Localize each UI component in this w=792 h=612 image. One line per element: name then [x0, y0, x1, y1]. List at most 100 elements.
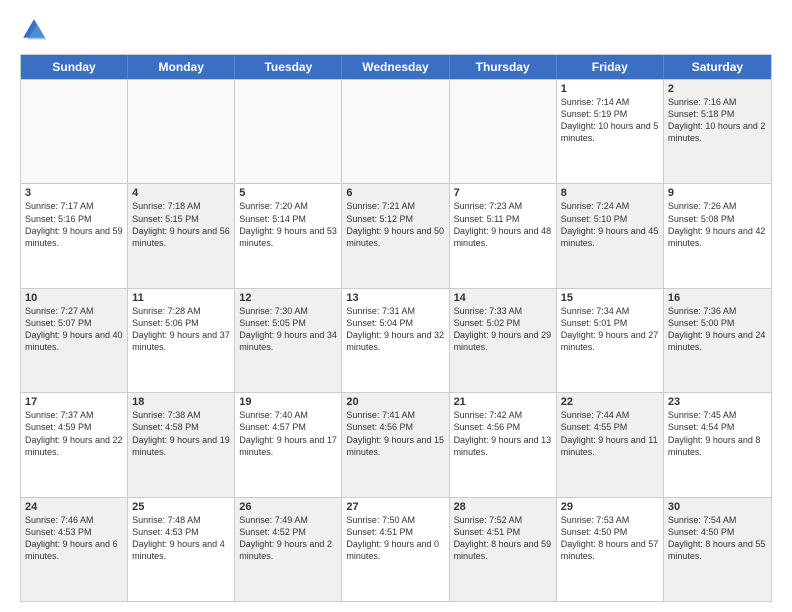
cal-cell-day-1: 1Sunrise: 7:14 AM Sunset: 5:19 PM Daylig… — [557, 80, 664, 183]
cal-cell-empty — [450, 80, 557, 183]
day-info: Sunrise: 7:53 AM Sunset: 4:50 PM Dayligh… — [561, 514, 659, 563]
cal-cell-day-17: 17Sunrise: 7:37 AM Sunset: 4:59 PM Dayli… — [21, 393, 128, 496]
day-info: Sunrise: 7:46 AM Sunset: 4:53 PM Dayligh… — [25, 514, 123, 563]
day-number: 21 — [454, 396, 552, 408]
day-info: Sunrise: 7:23 AM Sunset: 5:11 PM Dayligh… — [454, 200, 552, 249]
day-info: Sunrise: 7:28 AM Sunset: 5:06 PM Dayligh… — [132, 305, 230, 354]
cal-cell-day-9: 9Sunrise: 7:26 AM Sunset: 5:08 PM Daylig… — [664, 184, 771, 287]
day-number: 23 — [668, 396, 767, 408]
day-number: 25 — [132, 501, 230, 513]
day-number: 24 — [25, 501, 123, 513]
cal-cell-day-29: 29Sunrise: 7:53 AM Sunset: 4:50 PM Dayli… — [557, 498, 664, 601]
day-info: Sunrise: 7:24 AM Sunset: 5:10 PM Dayligh… — [561, 200, 659, 249]
day-info: Sunrise: 7:37 AM Sunset: 4:59 PM Dayligh… — [25, 409, 123, 458]
cal-cell-day-30: 30Sunrise: 7:54 AM Sunset: 4:50 PM Dayli… — [664, 498, 771, 601]
day-info: Sunrise: 7:41 AM Sunset: 4:56 PM Dayligh… — [346, 409, 444, 458]
cal-week-4: 17Sunrise: 7:37 AM Sunset: 4:59 PM Dayli… — [21, 392, 771, 496]
day-info: Sunrise: 7:20 AM Sunset: 5:14 PM Dayligh… — [239, 200, 337, 249]
cal-header-cell-wednesday: Wednesday — [342, 55, 449, 79]
cal-header-cell-sunday: Sunday — [21, 55, 128, 79]
day-number: 22 — [561, 396, 659, 408]
day-info: Sunrise: 7:30 AM Sunset: 5:05 PM Dayligh… — [239, 305, 337, 354]
cal-cell-empty — [235, 80, 342, 183]
cal-cell-day-15: 15Sunrise: 7:34 AM Sunset: 5:01 PM Dayli… — [557, 289, 664, 392]
day-number: 13 — [346, 292, 444, 304]
day-info: Sunrise: 7:50 AM Sunset: 4:51 PM Dayligh… — [346, 514, 444, 563]
day-number: 27 — [346, 501, 444, 513]
day-info: Sunrise: 7:21 AM Sunset: 5:12 PM Dayligh… — [346, 200, 444, 249]
cal-cell-day-19: 19Sunrise: 7:40 AM Sunset: 4:57 PM Dayli… — [235, 393, 342, 496]
day-info: Sunrise: 7:16 AM Sunset: 5:18 PM Dayligh… — [668, 96, 767, 145]
day-number: 9 — [668, 187, 767, 199]
cal-cell-day-26: 26Sunrise: 7:49 AM Sunset: 4:52 PM Dayli… — [235, 498, 342, 601]
cal-cell-day-2: 2Sunrise: 7:16 AM Sunset: 5:18 PM Daylig… — [664, 80, 771, 183]
cal-cell-day-18: 18Sunrise: 7:38 AM Sunset: 4:58 PM Dayli… — [128, 393, 235, 496]
day-info: Sunrise: 7:36 AM Sunset: 5:00 PM Dayligh… — [668, 305, 767, 354]
day-info: Sunrise: 7:27 AM Sunset: 5:07 PM Dayligh… — [25, 305, 123, 354]
day-info: Sunrise: 7:42 AM Sunset: 4:56 PM Dayligh… — [454, 409, 552, 458]
cal-cell-day-3: 3Sunrise: 7:17 AM Sunset: 5:16 PM Daylig… — [21, 184, 128, 287]
day-number: 16 — [668, 292, 767, 304]
cal-cell-day-21: 21Sunrise: 7:42 AM Sunset: 4:56 PM Dayli… — [450, 393, 557, 496]
day-number: 15 — [561, 292, 659, 304]
cal-cell-day-20: 20Sunrise: 7:41 AM Sunset: 4:56 PM Dayli… — [342, 393, 449, 496]
day-number: 10 — [25, 292, 123, 304]
day-number: 18 — [132, 396, 230, 408]
day-info: Sunrise: 7:26 AM Sunset: 5:08 PM Dayligh… — [668, 200, 767, 249]
day-info: Sunrise: 7:31 AM Sunset: 5:04 PM Dayligh… — [346, 305, 444, 354]
logo-icon — [20, 16, 48, 44]
cal-cell-day-16: 16Sunrise: 7:36 AM Sunset: 5:00 PM Dayli… — [664, 289, 771, 392]
day-number: 14 — [454, 292, 552, 304]
day-number: 2 — [668, 83, 767, 95]
day-number: 5 — [239, 187, 337, 199]
cal-header-cell-thursday: Thursday — [450, 55, 557, 79]
cal-cell-day-27: 27Sunrise: 7:50 AM Sunset: 4:51 PM Dayli… — [342, 498, 449, 601]
day-number: 4 — [132, 187, 230, 199]
cal-header-cell-monday: Monday — [128, 55, 235, 79]
day-number: 1 — [561, 83, 659, 95]
cal-cell-day-24: 24Sunrise: 7:46 AM Sunset: 4:53 PM Dayli… — [21, 498, 128, 601]
day-info: Sunrise: 7:38 AM Sunset: 4:58 PM Dayligh… — [132, 409, 230, 458]
day-number: 20 — [346, 396, 444, 408]
cal-cell-day-28: 28Sunrise: 7:52 AM Sunset: 4:51 PM Dayli… — [450, 498, 557, 601]
cal-cell-day-11: 11Sunrise: 7:28 AM Sunset: 5:06 PM Dayli… — [128, 289, 235, 392]
cal-cell-day-4: 4Sunrise: 7:18 AM Sunset: 5:15 PM Daylig… — [128, 184, 235, 287]
cal-cell-day-8: 8Sunrise: 7:24 AM Sunset: 5:10 PM Daylig… — [557, 184, 664, 287]
day-info: Sunrise: 7:49 AM Sunset: 4:52 PM Dayligh… — [239, 514, 337, 563]
cal-week-3: 10Sunrise: 7:27 AM Sunset: 5:07 PM Dayli… — [21, 288, 771, 392]
cal-week-1: 1Sunrise: 7:14 AM Sunset: 5:19 PM Daylig… — [21, 79, 771, 183]
cal-cell-empty — [342, 80, 449, 183]
day-info: Sunrise: 7:54 AM Sunset: 4:50 PM Dayligh… — [668, 514, 767, 563]
cal-week-5: 24Sunrise: 7:46 AM Sunset: 4:53 PM Dayli… — [21, 497, 771, 601]
day-number: 30 — [668, 501, 767, 513]
day-number: 12 — [239, 292, 337, 304]
day-info: Sunrise: 7:44 AM Sunset: 4:55 PM Dayligh… — [561, 409, 659, 458]
day-info: Sunrise: 7:48 AM Sunset: 4:53 PM Dayligh… — [132, 514, 230, 563]
cal-cell-empty — [21, 80, 128, 183]
day-number: 29 — [561, 501, 659, 513]
page: SundayMondayTuesdayWednesdayThursdayFrid… — [0, 0, 792, 612]
cal-header-cell-tuesday: Tuesday — [235, 55, 342, 79]
calendar: SundayMondayTuesdayWednesdayThursdayFrid… — [20, 54, 772, 602]
day-number: 19 — [239, 396, 337, 408]
day-info: Sunrise: 7:14 AM Sunset: 5:19 PM Dayligh… — [561, 96, 659, 145]
day-number: 8 — [561, 187, 659, 199]
day-info: Sunrise: 7:17 AM Sunset: 5:16 PM Dayligh… — [25, 200, 123, 249]
day-number: 17 — [25, 396, 123, 408]
cal-week-2: 3Sunrise: 7:17 AM Sunset: 5:16 PM Daylig… — [21, 183, 771, 287]
day-number: 3 — [25, 187, 123, 199]
calendar-header: SundayMondayTuesdayWednesdayThursdayFrid… — [21, 55, 771, 79]
day-number: 28 — [454, 501, 552, 513]
cal-cell-day-10: 10Sunrise: 7:27 AM Sunset: 5:07 PM Dayli… — [21, 289, 128, 392]
cal-header-cell-saturday: Saturday — [664, 55, 771, 79]
day-info: Sunrise: 7:18 AM Sunset: 5:15 PM Dayligh… — [132, 200, 230, 249]
cal-header-cell-friday: Friday — [557, 55, 664, 79]
cal-cell-day-12: 12Sunrise: 7:30 AM Sunset: 5:05 PM Dayli… — [235, 289, 342, 392]
cal-cell-day-13: 13Sunrise: 7:31 AM Sunset: 5:04 PM Dayli… — [342, 289, 449, 392]
cal-cell-day-25: 25Sunrise: 7:48 AM Sunset: 4:53 PM Dayli… — [128, 498, 235, 601]
logo — [20, 16, 52, 44]
cal-cell-day-23: 23Sunrise: 7:45 AM Sunset: 4:54 PM Dayli… — [664, 393, 771, 496]
cal-cell-day-22: 22Sunrise: 7:44 AM Sunset: 4:55 PM Dayli… — [557, 393, 664, 496]
day-number: 7 — [454, 187, 552, 199]
day-info: Sunrise: 7:52 AM Sunset: 4:51 PM Dayligh… — [454, 514, 552, 563]
